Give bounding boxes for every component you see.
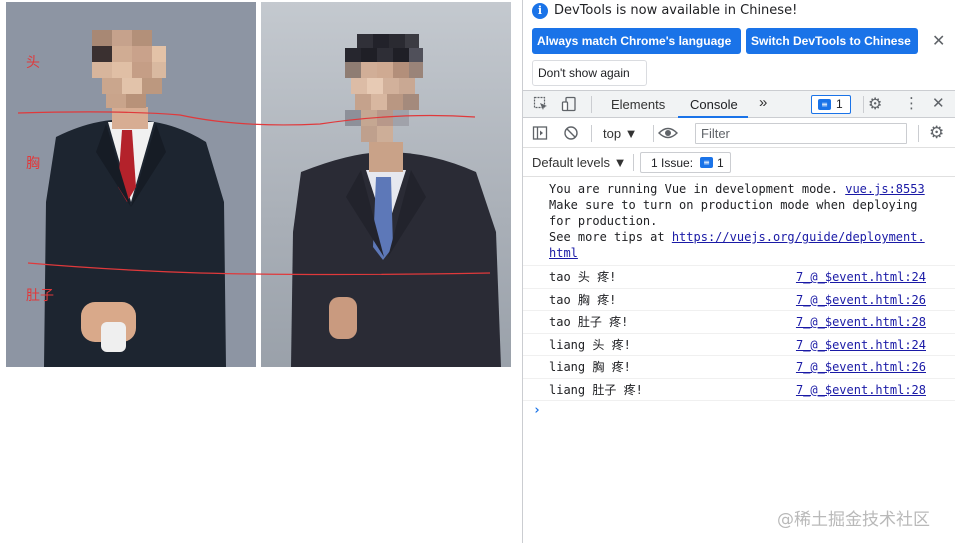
tab-elements[interactable]: Elements	[611, 97, 665, 112]
vue-msg-line: See more tips at https://vuejs.org/guide…	[549, 229, 950, 245]
watermark-text: @稀土掘金技术社区	[777, 510, 930, 530]
device-toolbar-icon[interactable]	[561, 96, 577, 116]
infobar-message: DevTools is now available in Chinese!	[554, 3, 798, 18]
prompt-chevron-icon: ›	[533, 403, 541, 418]
log-text: tao 头 疼!	[549, 270, 617, 284]
console-settings-gear-icon[interactable]: ⚙	[929, 123, 944, 143]
toolbar-separator	[653, 125, 654, 142]
console-log-row: liang 头 疼! 7_@_$event.html:24	[523, 334, 955, 356]
log-text: liang 头 疼!	[549, 337, 631, 352]
label-head[interactable]: 头	[26, 52, 40, 72]
console-log-row: liang 肚子 疼! 7_@_$event.html:28	[523, 379, 955, 401]
console-log-row: liang 胸 疼! 7_@_$event.html:26	[523, 356, 955, 379]
issues-label: 1 Issue:	[651, 156, 694, 170]
inspect-element-icon[interactable]	[533, 96, 549, 116]
live-expression-eye-icon[interactable]	[658, 125, 678, 145]
console-output: You are running Vue in development mode.…	[523, 178, 955, 423]
settings-gear-icon[interactable]: ⚙	[868, 94, 882, 113]
label-chest[interactable]: 胸	[26, 153, 40, 173]
log-text: liang 肚子 疼!	[549, 382, 643, 397]
console-log-row: tao 胸 疼! 7_@_$event.html:26	[523, 289, 955, 311]
clear-console-icon[interactable]	[563, 125, 579, 145]
toolbar-separator	[591, 125, 592, 142]
message-icon: ≡	[700, 157, 713, 168]
console-prompt[interactable]: ›	[523, 401, 955, 423]
devtools-panel: i DevTools is now available in Chinese! …	[522, 0, 955, 543]
issues-count: 1	[836, 97, 843, 111]
log-text: tao 胸 疼!	[549, 292, 617, 307]
info-icon: i	[532, 3, 548, 19]
person-photo-2[interactable]	[261, 2, 511, 367]
vue-msg-text: for production.	[549, 214, 658, 228]
person-2-illustration	[291, 34, 501, 367]
active-tab-indicator	[678, 116, 748, 118]
vue-msg-text: You are running Vue in development mode.	[549, 182, 838, 196]
close-icon[interactable]: ✕	[932, 31, 945, 50]
more-tabs-icon[interactable]: »	[759, 94, 767, 111]
person-photo-1[interactable]	[6, 2, 256, 367]
log-level-bar: Default levels ▼ 1 Issue: ≡ 1	[523, 149, 955, 177]
log-source-link[interactable]: 7_@_$event.html:24	[796, 266, 926, 288]
vue-msg-line: You are running Vue in development mode.…	[549, 181, 950, 197]
log-source-link[interactable]: 7_@_$event.html:26	[796, 289, 926, 311]
vue-msg-text: Make sure to turn on production mode whe…	[549, 198, 918, 212]
language-infobar: i DevTools is now available in Chinese! …	[523, 0, 955, 90]
match-language-button[interactable]: Always match Chrome's language	[532, 28, 741, 54]
toolbar-separator	[918, 125, 919, 142]
log-source-link[interactable]: 7_@_$event.html:28	[796, 311, 926, 333]
tab-console[interactable]: Console	[690, 97, 738, 112]
tabbar-separator	[591, 96, 592, 113]
log-source-link[interactable]: 7_@_$event.html:28	[796, 379, 926, 401]
log-source-link[interactable]: 7_@_$event.html:24	[796, 334, 926, 356]
vue-docs-link-cont[interactable]: html	[549, 246, 578, 260]
tabbar-separator	[863, 96, 864, 113]
vue-msg-source-link[interactable]: vue.js:8553	[845, 182, 924, 196]
context-selector[interactable]: top ▼	[603, 126, 638, 141]
person-1-illustration	[44, 30, 226, 367]
log-levels-dropdown[interactable]: Default levels ▼	[532, 155, 627, 170]
devtools-tabbar: Elements Console » ≡ 1 ⚙ ⋮ ✕	[523, 90, 955, 118]
dont-show-again-button[interactable]: Don't show again	[532, 60, 647, 86]
console-toolbar: top ▼ ⚙	[523, 119, 955, 148]
issues-counter[interactable]: ≡ 1	[811, 95, 851, 114]
log-text: tao 肚子 疼!	[549, 315, 629, 329]
issues-count: 1	[717, 156, 724, 170]
sidebar-toggle-icon[interactable]	[532, 125, 548, 145]
close-devtools-icon[interactable]: ✕	[932, 94, 945, 112]
label-belly[interactable]: 肚子	[26, 285, 54, 305]
issues-button[interactable]: 1 Issue: ≡ 1	[640, 152, 731, 173]
console-filter-input[interactable]	[695, 123, 907, 144]
switch-language-button[interactable]: Switch DevTools to Chinese	[746, 28, 918, 54]
console-log-row: tao 头 疼! 7_@_$event.html:24	[523, 266, 955, 289]
levelbar-separator	[633, 154, 634, 171]
log-source-link[interactable]: 7_@_$event.html:26	[796, 356, 926, 378]
log-text: liang 胸 疼!	[549, 360, 631, 374]
page-content: 头 胸 肚子	[0, 0, 522, 543]
vue-msg-text: See more tips at	[549, 230, 665, 244]
vue-dev-mode-message: You are running Vue in development mode.…	[523, 178, 955, 266]
console-log-row: tao 肚子 疼! 7_@_$event.html:28	[523, 311, 955, 334]
more-options-icon[interactable]: ⋮	[904, 94, 919, 112]
message-icon: ≡	[818, 99, 831, 110]
vue-docs-link[interactable]: https://vuejs.org/guide/deployment.	[672, 230, 925, 244]
